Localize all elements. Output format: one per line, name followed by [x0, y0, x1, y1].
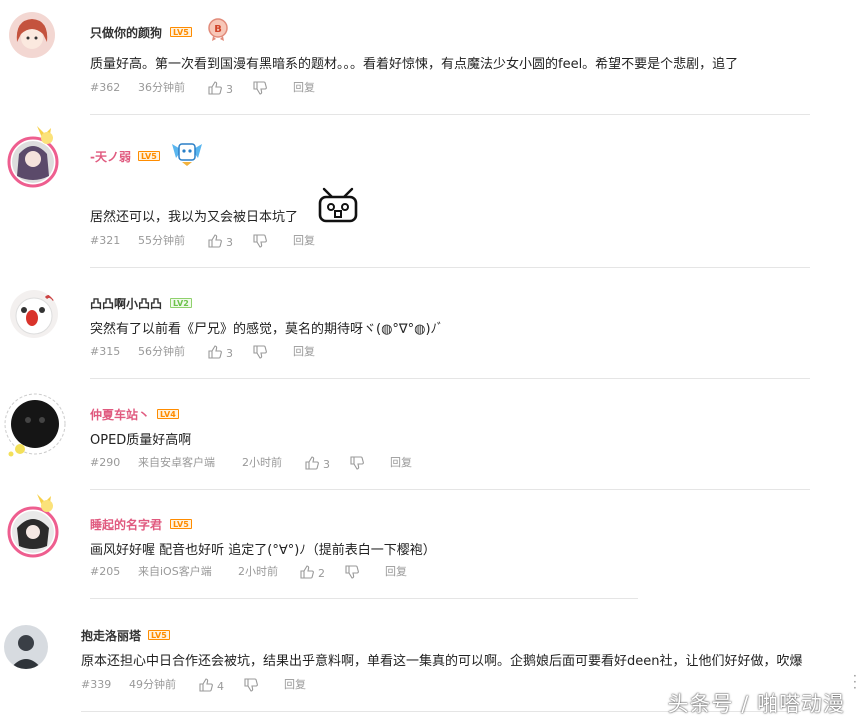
timestamp: 55分钟前 [138, 234, 185, 247]
like-count: 2 [318, 567, 325, 580]
reply-button[interactable]: 回复 [390, 456, 412, 470]
reply-button[interactable]: 回复 [284, 678, 306, 692]
timestamp: 49分钟前 [129, 678, 176, 691]
reply-button[interactable]: 回复 [385, 565, 407, 579]
divider [90, 378, 810, 379]
dislike-button[interactable] [350, 456, 364, 474]
floor-number: #290 [90, 456, 121, 469]
tv-mascot-badge-icon [170, 138, 204, 168]
watermark: 头条号 / 啪嗒动漫 [667, 692, 845, 716]
like-button[interactable]: 3 [208, 81, 233, 97]
divider [90, 598, 638, 599]
comment-meta: #205 来自iOS客户端 2小时前 2 回复 [90, 565, 490, 581]
timestamp: 2小时前 [238, 565, 278, 578]
like-count: 3 [226, 83, 233, 96]
level-badge: LV5 [148, 630, 170, 640]
more-options-icon[interactable]: · · · [853, 670, 857, 694]
thumbs-down-icon [244, 678, 258, 692]
divider [90, 267, 810, 268]
client-source: 来自安卓客户端 [138, 456, 215, 469]
dislike-button[interactable] [253, 234, 267, 252]
username[interactable]: 仲夏车站丶 [90, 406, 150, 423]
level-badge: LV5 [138, 151, 160, 161]
comment-meta: #321 55分钟前 3 回复 [90, 234, 390, 250]
like-button[interactable]: 3 [208, 234, 233, 250]
like-count: 4 [217, 680, 224, 693]
like-button[interactable]: 2 [300, 565, 325, 581]
comment-text: 原本还担心中日合作还会被坑，结果出乎意料啊，单看这一集真的可以啊。企鹅娘后面可要… [81, 654, 803, 669]
floor-number: #339 [81, 678, 112, 691]
comment-text: 画风好好喔 配音也好听 追定了(°∀°)ﾉ（提前表白一下樱袍） [90, 543, 436, 558]
like-button[interactable]: 4 [199, 678, 224, 694]
comment-text: 质量好高。第一次看到国漫有黑暗系的题材。。。看着好惊悚，有点魔法少女小圆的fee… [90, 57, 739, 72]
username[interactable]: 凸凸啊小凸凸 [90, 295, 162, 312]
level-badge: LV5 [170, 519, 192, 529]
thumbs-down-icon [253, 81, 267, 95]
avatar[interactable] [4, 625, 48, 669]
reply-button[interactable]: 回复 [293, 234, 315, 248]
thumbs-down-icon [253, 234, 267, 248]
like-button[interactable]: 3 [305, 456, 330, 472]
divider [90, 114, 810, 115]
level-badge: LV5 [170, 27, 192, 37]
like-button[interactable]: 3 [208, 345, 233, 361]
comment-text: 突然有了以前看《尸兄》的感觉，莫名的期待呀ヾ(◍°∇°◍)ﾉﾞ [90, 322, 444, 337]
username[interactable]: 抱走洛丽塔 [81, 627, 141, 644]
thumbs-up-icon [208, 234, 222, 248]
thumbs-up-icon [208, 345, 222, 359]
thumbs-down-icon [350, 456, 364, 470]
floor-number: #362 [90, 81, 121, 94]
dislike-button[interactable] [345, 565, 359, 583]
level-badge: LV2 [170, 298, 192, 308]
timestamp: 56分钟前 [138, 345, 185, 358]
avatar[interactable] [10, 290, 58, 338]
client-source: 来自iOS客户端 [138, 565, 212, 578]
divider [90, 489, 810, 490]
comment-meta: #362 36分钟前 3 回复 [90, 81, 390, 97]
floor-number: #205 [90, 565, 121, 578]
timestamp: 2小时前 [242, 456, 282, 469]
avatar[interactable] [7, 124, 65, 188]
floor-number: #315 [90, 345, 121, 358]
thumbs-down-icon [345, 565, 359, 579]
avatar[interactable] [2, 392, 68, 458]
level-badge: LV4 [157, 409, 179, 419]
medal-icon: B [207, 17, 229, 41]
comment-text: OPED质量好高啊 [90, 433, 192, 448]
floor-number: #321 [90, 234, 121, 247]
avatar[interactable] [7, 492, 65, 558]
timestamp: 36分钟前 [138, 81, 185, 94]
comment-meta: #315 56分钟前 3 回复 [90, 345, 390, 361]
reply-button[interactable]: 回复 [293, 81, 315, 95]
thumbs-up-icon [305, 456, 319, 470]
reply-button[interactable]: 回复 [293, 345, 315, 359]
username[interactable]: -天ノ弱 [90, 148, 131, 165]
avatar[interactable] [9, 12, 55, 58]
thumbs-up-icon [199, 678, 213, 692]
comment-meta: #339 49分钟前 4 回复 [81, 678, 381, 694]
username[interactable]: 睡起的名字君 [90, 516, 162, 533]
thumbs-down-icon [253, 345, 267, 359]
username[interactable]: 只做你的颜狗 [90, 24, 162, 41]
svg-text:B: B [214, 24, 222, 35]
like-count: 3 [226, 236, 233, 249]
comment-meta: #290 来自安卓客户端 2小时前 3 回复 [90, 456, 490, 472]
thumbs-up-icon [208, 81, 222, 95]
tv-emoji-sticker [316, 187, 360, 225]
like-count: 3 [323, 458, 330, 471]
dislike-button[interactable] [253, 81, 267, 99]
like-count: 3 [226, 347, 233, 360]
dislike-button[interactable] [253, 345, 267, 363]
comment-text: 居然还可以，我以为又会被日本坑了 [90, 210, 299, 225]
dislike-button[interactable] [244, 678, 258, 696]
thumbs-up-icon [300, 565, 314, 579]
